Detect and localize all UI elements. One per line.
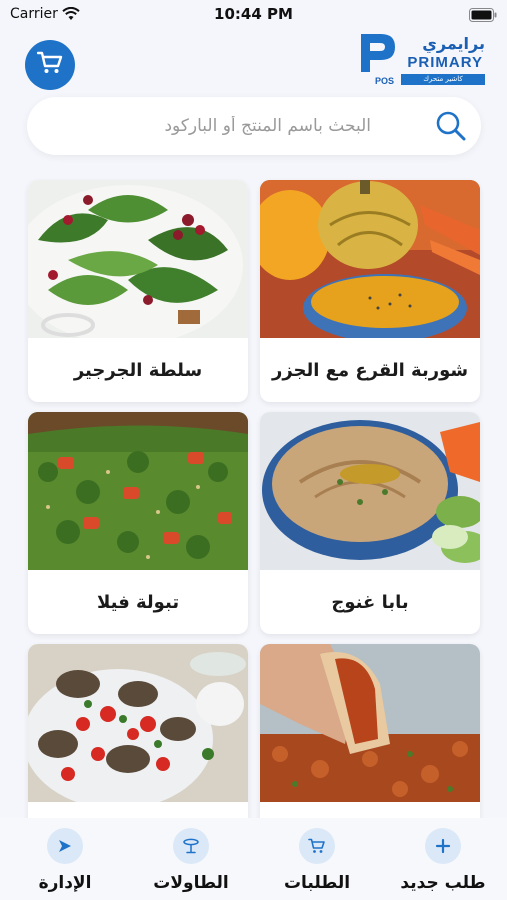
search-input[interactable] bbox=[57, 106, 371, 146]
send-icon bbox=[47, 828, 83, 864]
plus-icon bbox=[425, 828, 461, 864]
tab-orders[interactable]: الطلبات bbox=[262, 826, 372, 898]
product-image bbox=[28, 412, 248, 570]
product-card-pumpkin-soup[interactable]: شوربة القرع مع الجزر bbox=[260, 180, 480, 402]
tab-tables[interactable]: الطاولات bbox=[136, 826, 246, 898]
cart-icon bbox=[299, 828, 335, 864]
product-card-baba-ghanoush[interactable]: بابا غنوج bbox=[260, 412, 480, 634]
search-bar bbox=[27, 97, 481, 155]
clock: 10:44 PM bbox=[214, 5, 293, 23]
logo-arabic-text: برايمري bbox=[422, 34, 485, 53]
product-image bbox=[260, 644, 480, 802]
tab-label: الطلبات bbox=[283, 873, 351, 893]
logo-english-text: PRIMARY bbox=[407, 54, 483, 71]
table-icon bbox=[173, 828, 209, 864]
shopping-cart-icon bbox=[36, 51, 63, 79]
product-image bbox=[260, 180, 480, 338]
product-image bbox=[28, 644, 248, 802]
product-card-arugula-salad[interactable]: سلطة الجرجير bbox=[28, 180, 248, 402]
product-image bbox=[28, 180, 248, 338]
battery-icon bbox=[469, 7, 497, 26]
product-name: سلطة الجرجير bbox=[73, 359, 203, 381]
tab-management[interactable]: الإدارة bbox=[10, 826, 120, 898]
product-name: تبولة فيلا bbox=[96, 591, 180, 613]
status-bar: Carrier 10:44 PM bbox=[0, 0, 507, 30]
tab-label: الطاولات bbox=[153, 873, 229, 893]
tab-label: الإدارة bbox=[38, 873, 92, 893]
tab-new-order[interactable]: طلب جديد bbox=[388, 826, 498, 898]
product-image bbox=[260, 412, 480, 570]
logo-tagline: كاشير متحرك bbox=[401, 74, 485, 85]
product-name: بابا غنوج bbox=[331, 591, 409, 613]
tab-label: طلب جديد bbox=[400, 873, 486, 893]
product-name: شوربة القرع مع الجزر bbox=[271, 359, 469, 381]
cart-button[interactable] bbox=[25, 40, 75, 90]
logo-pos-text: POS bbox=[375, 76, 395, 86]
search-icon[interactable] bbox=[435, 110, 467, 142]
bottom-tab-bar: طلب جديد الطلبات الطاولات الإدارة bbox=[0, 818, 507, 900]
app-logo: POS برايمري PRIMARY كاشير متحرك bbox=[361, 34, 485, 88]
product-card-tabbouleh[interactable]: تبولة فيلا bbox=[28, 412, 248, 634]
